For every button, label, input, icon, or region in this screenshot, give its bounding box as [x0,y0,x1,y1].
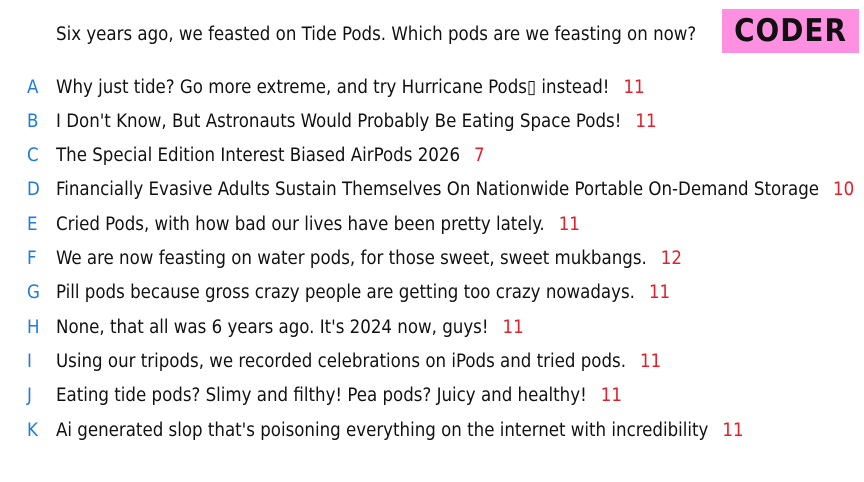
answer-score: 11 [558,213,580,235]
answer-text: Eating tide pods? Slimy and filthy! Pea … [56,385,587,407]
answer-text: Ai generated slop that's poisoning every… [56,419,709,441]
answer-letter: K [27,419,38,441]
answer-score: 10 [833,179,855,201]
answer-text: Why just tide? Go more extreme, and try … [56,76,610,98]
answer-letter: C [27,145,39,167]
answer-score: 12 [660,248,682,269]
answer-text: I Don't Know, But Astronauts Would Proba… [56,110,622,132]
answer-text: Pill pods because gross crazy people are… [56,282,635,304]
answer-letter: J [27,385,32,407]
answer-score: 11 [623,76,645,98]
answer-text: The Special Edition Interest Biased AirP… [56,145,461,167]
answer-letter: I [27,350,32,372]
role-badge: CODER [722,9,859,53]
answer-score: 11 [600,385,622,407]
answer-letter: G [27,282,40,304]
answer-letter: B [27,110,39,132]
answer-text: Financially Evasive Adults Sustain Thems… [56,179,820,201]
question-prompt: Six years ago, we feasted on Tide Pods. … [56,24,697,45]
answer-score: 11 [722,419,744,441]
answer-text: Cried Pods, with how bad our lives have … [56,213,545,235]
answer-score: 7 [474,145,485,167]
answer-text: We are now feasting on water pods, for t… [56,248,647,269]
answer-letter: D [27,179,40,201]
answer-text: Using our tripods, we recorded celebrati… [56,350,626,372]
answer-letter: A [27,76,39,98]
answer-letter: F [27,248,37,269]
answer-score: 11 [635,110,657,132]
answer-score: 11 [640,350,662,372]
answer-text: None, that all was 6 years ago. It's 202… [56,316,489,338]
answer-score: 11 [648,282,671,304]
answer-letter: H [27,316,40,338]
answer-letter: E [27,213,38,235]
answer-score: 11 [502,316,524,338]
